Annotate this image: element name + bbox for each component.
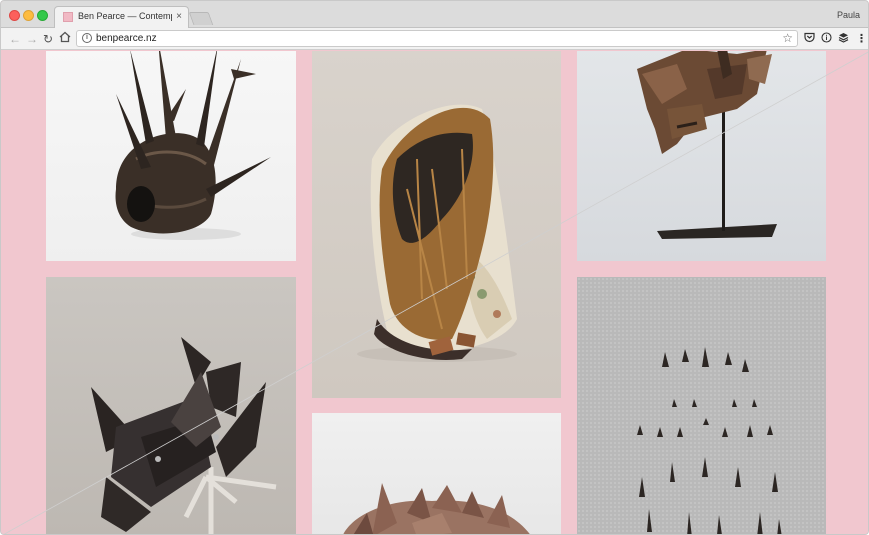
gallery-page [1, 51, 868, 534]
tab-title: Ben Pearce — Contemporary N [78, 11, 172, 21]
forward-arrow-icon[interactable]: → [26, 32, 38, 46]
sculpture-wood-on-stand [637, 51, 777, 239]
tab-close-icon[interactable]: × [176, 10, 182, 24]
browser-toolbar: ← → ↻ i benpearce.nz ☆ ⋮ [1, 28, 868, 50]
tab-strip: Ben Pearce — Contemporary N × Paula [1, 1, 868, 28]
gallery-tile[interactable] [312, 413, 561, 534]
browser-tab[interactable]: Ben Pearce — Contemporary N × [54, 6, 189, 28]
window-maximize-button[interactable] [37, 10, 48, 21]
profile-name[interactable]: Paula [837, 10, 860, 20]
sculpture-spiky-bronze [115, 51, 271, 240]
address-bar[interactable]: i benpearce.nz ☆ [76, 30, 798, 47]
gallery-tile[interactable] [46, 51, 296, 261]
gallery-tile[interactable] [577, 51, 826, 261]
gallery-tile[interactable] [46, 277, 296, 534]
window-close-button[interactable] [9, 10, 20, 21]
home-icon[interactable] [59, 31, 71, 46]
favicon-icon [63, 12, 73, 22]
browser-window: Ben Pearce — Contemporary N × Paula ← → … [0, 0, 869, 535]
gallery-tile[interactable] [577, 277, 826, 534]
sculpture-arrowhead-array [637, 347, 782, 534]
back-arrow-icon[interactable]: ← [9, 32, 21, 46]
url-text[interactable]: benpearce.nz [96, 33, 157, 44]
reload-icon[interactable]: ↻ [43, 32, 53, 46]
sculpture-black-folded [91, 337, 277, 534]
star-icon[interactable]: ☆ [782, 31, 793, 46]
window-minimize-button[interactable] [23, 10, 34, 21]
sculpture-wood-shards [343, 483, 530, 534]
layers-icon[interactable] [838, 32, 849, 47]
reader-icon[interactable] [821, 32, 832, 47]
gallery-tile[interactable] [312, 51, 561, 398]
new-tab-button[interactable] [188, 12, 214, 25]
pocket-icon[interactable] [804, 32, 815, 47]
sculpture-fibre-wrapped [357, 104, 517, 362]
info-icon[interactable]: i [82, 33, 92, 43]
menu-icon[interactable]: ⋮ [856, 32, 867, 46]
